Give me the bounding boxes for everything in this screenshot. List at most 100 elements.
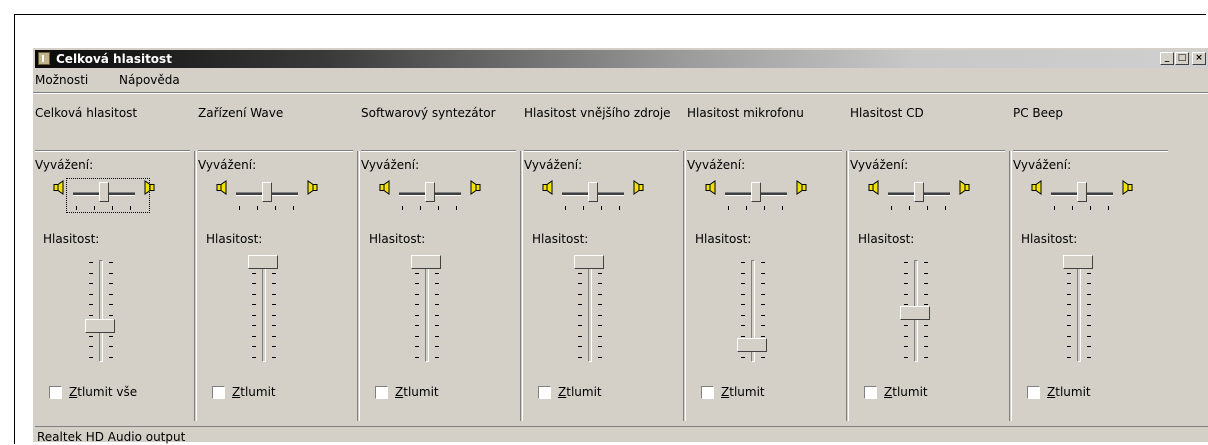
volume-slider-thumb[interactable] [900,305,930,320]
volume-tick [741,304,745,305]
channel-separator [357,151,360,421]
balance-label: Vyvážení: [850,158,909,172]
volume-tick [741,272,745,274]
volume-tick [89,272,93,274]
volume-tick [924,335,928,337]
volume-tick [1087,356,1091,358]
volume-tick [1067,325,1071,326]
volume-tick [252,272,256,274]
volume-tick [1067,304,1071,305]
mute-label[interactable]: Ztlumit [721,385,765,399]
volume-tick [415,356,419,358]
menu-options[interactable]: Možnosti [35,73,88,87]
balance-tick [112,206,113,210]
balance-tick [728,206,729,210]
channel-title: Hlasitost vnějšího zdroje [524,106,671,120]
balance-slider-thumb[interactable] [751,182,761,202]
volume-label: Hlasitost: [532,232,589,246]
volume-tick [578,293,582,295]
channel-separator [1009,151,1012,421]
volume-slider-thumb[interactable] [85,319,115,334]
status-bar: Realtek HD Audio output [35,426,1208,445]
speaker-left-icon [868,180,880,195]
volume-tick [435,304,439,305]
volume-tick [272,272,276,274]
balance-tick [1072,206,1073,210]
mute-label[interactable]: Ztlumit [884,385,928,399]
balance-tick [1090,206,1091,210]
volume-label: Hlasitost: [43,232,100,246]
volume-tick [109,356,113,358]
volume-tick [741,325,745,326]
speaker-right-icon [958,180,970,195]
channel-title: Hlasitost CD [850,106,924,120]
volume-slider-thumb[interactable] [248,255,278,269]
volume-track [262,260,266,362]
mute-checkbox[interactable] [212,386,225,399]
volume-tick [435,346,439,347]
balance-slider-thumb[interactable] [99,182,109,202]
mute-checkbox[interactable] [49,386,62,399]
mute-label[interactable]: Ztlumit vše [69,385,137,399]
balance-tick [909,206,910,210]
mute-label[interactable]: Ztlumit [1047,385,1091,399]
volume-tick [741,335,745,337]
mute-checkbox[interactable] [1027,386,1040,399]
volume-tick [578,356,582,358]
minimize-button[interactable]: _ [1160,52,1174,65]
balance-slider-thumb[interactable] [914,182,924,202]
mute-checkbox[interactable] [864,386,877,399]
volume-tick [598,314,602,316]
title-bar[interactable]: Celková hlasitost _ □ × [35,50,1208,68]
volume-tick [252,304,256,305]
balance-tick [239,206,240,210]
volume-slider-thumb[interactable] [411,255,441,269]
mute-label[interactable]: Ztlumit [232,385,276,399]
balance-label: Vyvážení: [524,158,583,172]
volume-tick [1087,304,1091,305]
mute-checkbox[interactable] [701,386,714,399]
maximize-button[interactable]: □ [1175,52,1189,65]
volume-tick [89,283,93,284]
volume-tick [272,325,276,326]
channel-separator [683,151,686,421]
mute-checkbox[interactable] [538,386,551,399]
balance-tick [438,206,439,210]
volume-tick [598,293,602,295]
close-button[interactable]: × [1192,52,1206,65]
volume-tick [272,283,276,284]
volume-slider-thumb[interactable] [1063,255,1093,269]
volume-tick [1067,272,1071,274]
mute-checkbox[interactable] [375,386,388,399]
volume-tick [598,346,602,347]
balance-tick [293,206,294,210]
balance-slider-thumb[interactable] [1077,182,1087,202]
channel-group-divider [524,150,679,152]
volume-tick [109,335,113,337]
balance-tick [275,206,276,210]
balance-slider-thumb[interactable] [262,182,272,202]
volume-tick [904,293,908,295]
speaker-left-icon [216,180,228,195]
volume-tick [89,314,93,316]
volume-slider-thumb[interactable] [737,337,767,352]
balance-tick [927,206,928,210]
volume-tick [1087,293,1091,295]
volume-tick [578,272,582,274]
mute-label[interactable]: Ztlumit [558,385,602,399]
balance-tick [601,206,602,210]
speaker-left-icon [379,180,391,195]
balance-tick [583,206,584,210]
speaker-right-icon [306,180,318,195]
balance-label: Vyvážení: [198,158,257,172]
volume-tick [598,304,602,305]
menu-help[interactable]: Nápověda [119,73,180,87]
balance-slider-thumb[interactable] [425,182,435,202]
volume-tick [761,272,765,274]
volume-tick [924,283,928,284]
mute-label[interactable]: Ztlumit [395,385,439,399]
volume-tick [904,335,908,337]
balance-tick [456,206,457,210]
balance-slider-thumb[interactable] [588,182,598,202]
volume-slider-thumb[interactable] [574,255,604,269]
